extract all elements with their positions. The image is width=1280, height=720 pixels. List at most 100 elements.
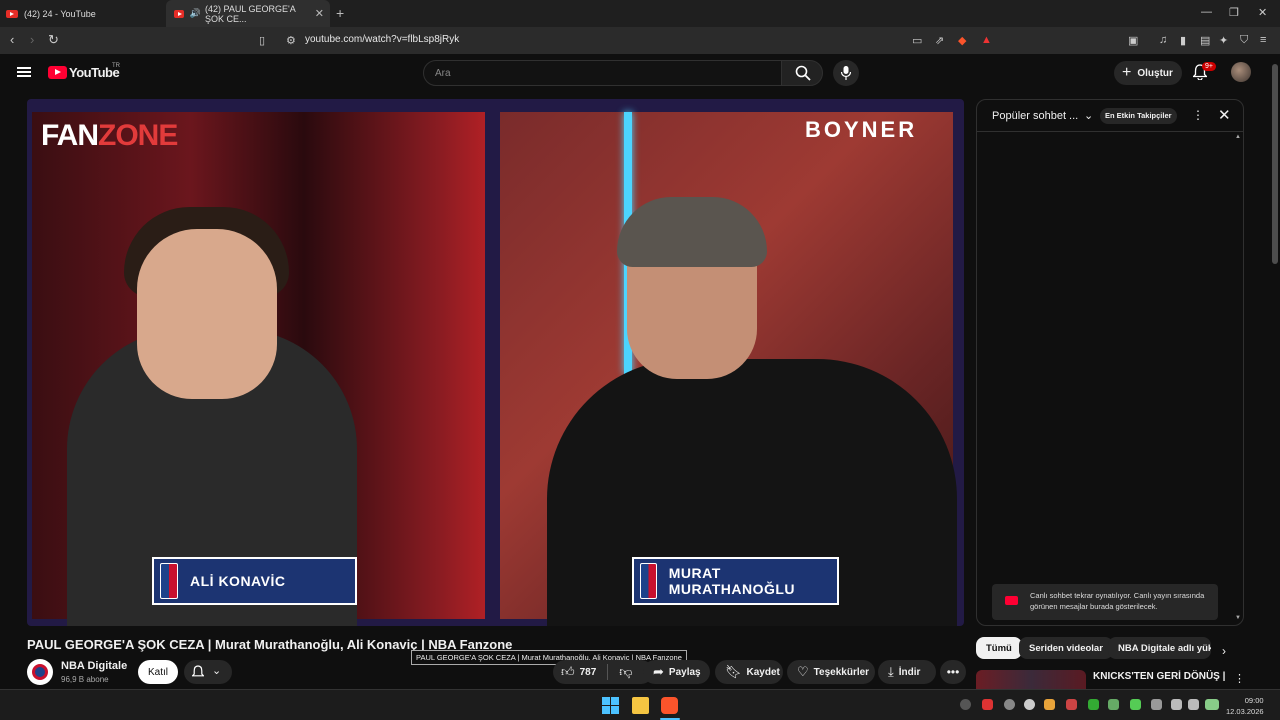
tray-app-icon[interactable] (1044, 699, 1055, 710)
create-label: Oluştur (1137, 67, 1173, 79)
recommended-video-title[interactable]: KNICKS'TEN GERİ DÖNÜŞ | (1093, 671, 1225, 682)
save-button[interactable]: 🔖︎ Kaydet (715, 660, 783, 684)
wallet-icon[interactable]: ▤ (1200, 34, 1210, 47)
subscriber-count: 96,9 B abone (61, 675, 109, 684)
youtube-masthead: YouTube TR Ara + Oluştur 9+ (0, 54, 1280, 94)
cast-icon[interactable]: ▭ (912, 34, 922, 47)
tray-volume-icon[interactable] (1188, 699, 1199, 710)
recommendation-more-icon[interactable]: ⋮ (1234, 672, 1245, 685)
taskbar-clock[interactable]: 09:00 12.03.2026 (1226, 695, 1264, 717)
tab-active-video[interactable]: 🔊 (42) PAUL GEORGE'A ŞOK CE... ✕ (166, 0, 330, 27)
tray-app-icon[interactable] (1108, 699, 1119, 710)
thanks-button[interactable]: ♡ Teşekkürler (787, 660, 875, 684)
more-actions-button[interactable]: ••• (940, 660, 966, 684)
download-label: İndir (898, 666, 921, 678)
youtube-logo-icon[interactable] (48, 66, 67, 79)
tray-app-icon[interactable] (1024, 699, 1035, 710)
reader-icon[interactable]: ▣ (1128, 34, 1138, 47)
channel-name[interactable]: NBA Digitale (61, 660, 127, 672)
brave-browser-icon[interactable] (661, 697, 678, 714)
region-code: TR (112, 63, 120, 69)
chip-channel-uploads[interactable]: NBA Digitale adlı yük (1108, 637, 1211, 659)
chat-mode-selector[interactable]: Popüler sohbet ... (992, 110, 1078, 122)
like-button[interactable]: 👍︎ 787 👎︎ (553, 660, 653, 684)
tray-battery-icon[interactable] (1205, 699, 1219, 710)
guide-menu-icon[interactable] (17, 67, 31, 77)
page-scrollbar[interactable] (1270, 54, 1280, 689)
account-avatar[interactable] (1231, 62, 1251, 82)
thumbs-down-icon[interactable]: 👎︎ (619, 664, 632, 680)
guest-right-hair (617, 197, 767, 267)
fanzone-logo-a: FAN (41, 119, 99, 152)
nba-logo-icon (160, 563, 178, 599)
recommended-video-thumbnail[interactable] (976, 670, 1086, 690)
brave-shields-icon[interactable]: ◆ (958, 34, 966, 47)
download-icon: ⤓ (888, 664, 894, 679)
chat-notice-text: Canlı sohbet tekrar oynatılıyor. Canlı y… (1030, 591, 1205, 611)
fanzone-logo-b: ZONE (98, 119, 178, 152)
like-count: 787 (579, 666, 597, 678)
new-tab-button[interactable]: + (336, 5, 344, 21)
notification-settings-button[interactable]: ⌄ (184, 660, 232, 684)
windows-start-icon[interactable] (602, 697, 619, 714)
back-icon[interactable]: ‹ (10, 32, 14, 47)
vpn-icon[interactable]: ⛉ (1240, 34, 1248, 47)
minimize-icon[interactable]: — (1201, 6, 1212, 18)
tray-app-icon[interactable] (982, 699, 993, 710)
leo-icon[interactable]: ✦ (1219, 34, 1228, 47)
chevron-down-icon: ⌄ (212, 665, 222, 677)
divider (607, 664, 609, 680)
clock-date: 12.03.2026 (1226, 707, 1264, 716)
top-fans-badge[interactable]: En Etkin Takipçiler (1100, 108, 1177, 124)
chevron-down-icon[interactable]: ⌄ (1084, 109, 1093, 122)
scroll-up-arrow-icon[interactable]: ▲ (1235, 134, 1241, 140)
voice-search-button[interactable] (833, 60, 859, 86)
media-icon[interactable]: ♫ (1159, 34, 1167, 46)
youtube-icon (1005, 596, 1018, 605)
tray-network-icon[interactable] (1171, 699, 1182, 710)
chip-all[interactable]: Tümü (976, 637, 1022, 659)
close-window-icon[interactable]: ✕ (1258, 6, 1267, 19)
scrollbar-thumb[interactable] (1272, 64, 1278, 264)
windows-taskbar: 09:00 12.03.2026 (0, 689, 1280, 720)
close-tab-icon[interactable]: ✕ (315, 7, 324, 20)
tray-app-icon[interactable] (960, 699, 971, 710)
bookmark-icon[interactable]: ▯ (259, 34, 265, 47)
reload-icon[interactable]: ↻ (48, 32, 59, 48)
plus-icon: + (1122, 64, 1132, 81)
download-button[interactable]: ⤓ İndir (878, 660, 936, 684)
boyner-logo: BOYNER (805, 117, 918, 142)
search-input[interactable]: Ara (423, 60, 782, 86)
scroll-down-arrow-icon[interactable]: ▼ (1235, 615, 1241, 621)
tray-app-icon[interactable] (1004, 699, 1015, 710)
create-button[interactable]: + Oluştur (1114, 61, 1182, 85)
sidebar-icon[interactable]: ▮ (1180, 34, 1186, 47)
bookmark-save-icon: 🔖︎ (725, 664, 742, 679)
lower-third-name: MURAT MURATHANOĞLU (668, 565, 796, 597)
restore-icon[interactable]: ❐ (1229, 6, 1239, 19)
search-button[interactable] (781, 60, 823, 86)
tab-youtube-24[interactable]: (42) 24 - YouTube (6, 0, 164, 27)
tray-mic-icon[interactable] (1151, 699, 1162, 710)
channel-avatar[interactable] (27, 659, 53, 685)
brave-rewards-icon[interactable]: ▲ (981, 34, 992, 46)
forward-icon[interactable]: › (30, 32, 34, 47)
site-info-icon[interactable]: ⚙ (286, 34, 296, 47)
chat-more-icon[interactable]: ⋮ (1192, 108, 1204, 122)
close-chat-icon[interactable]: ✕ (1218, 106, 1231, 124)
join-button[interactable]: Katıl (138, 660, 178, 684)
chevron-right-icon[interactable]: › (1222, 644, 1226, 658)
tray-app-icon[interactable] (1066, 699, 1077, 710)
thumbs-up-icon: 👍︎ (561, 664, 575, 679)
lower-third-right: MURAT MURATHANOĞLU (632, 557, 839, 605)
file-explorer-icon[interactable] (632, 697, 649, 714)
menu-icon[interactable]: ≡ (1260, 34, 1266, 46)
chip-series-videos[interactable]: Seriden videolar (1019, 637, 1113, 659)
url-field[interactable]: youtube.com/watch?v=flbLsp8jRyk (305, 34, 459, 45)
tray-app-icon[interactable] (1130, 699, 1141, 710)
tray-app-icon[interactable] (1088, 699, 1099, 710)
microphone-icon (841, 66, 851, 80)
video-player[interactable]: FANZONE BOYNER ALİ KONAVİC MURAT MURATHA… (27, 99, 964, 626)
share-page-icon[interactable]: ⇗ (935, 34, 944, 47)
share-button[interactable]: ➦ Paylaş (643, 660, 710, 684)
